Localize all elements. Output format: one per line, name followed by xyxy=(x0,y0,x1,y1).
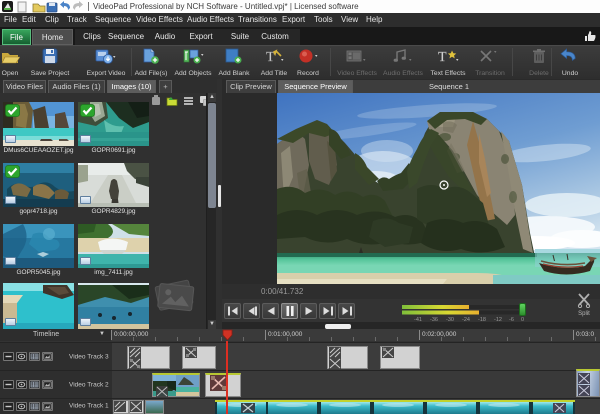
svg-text:-30: -30 xyxy=(446,317,454,321)
svg-text:-6: -6 xyxy=(509,317,514,321)
svg-text:0: 0 xyxy=(521,317,524,321)
svg-text:0:00:00,000: 0:00:00,000 xyxy=(114,331,149,338)
svg-text:0:02:00,000: 0:02:00,000 xyxy=(422,331,457,338)
svg-text:0:03:0: 0:03:0 xyxy=(576,331,594,338)
svg-text:-24: -24 xyxy=(462,317,470,321)
svg-text:T: T xyxy=(438,50,447,64)
svg-text:-18: -18 xyxy=(478,317,486,321)
svg-text:-12: -12 xyxy=(494,317,502,321)
svg-text:-36: -36 xyxy=(430,317,438,321)
svg-text:0:01:00,000: 0:01:00,000 xyxy=(268,331,303,338)
svg-text:-41: -41 xyxy=(414,317,422,321)
